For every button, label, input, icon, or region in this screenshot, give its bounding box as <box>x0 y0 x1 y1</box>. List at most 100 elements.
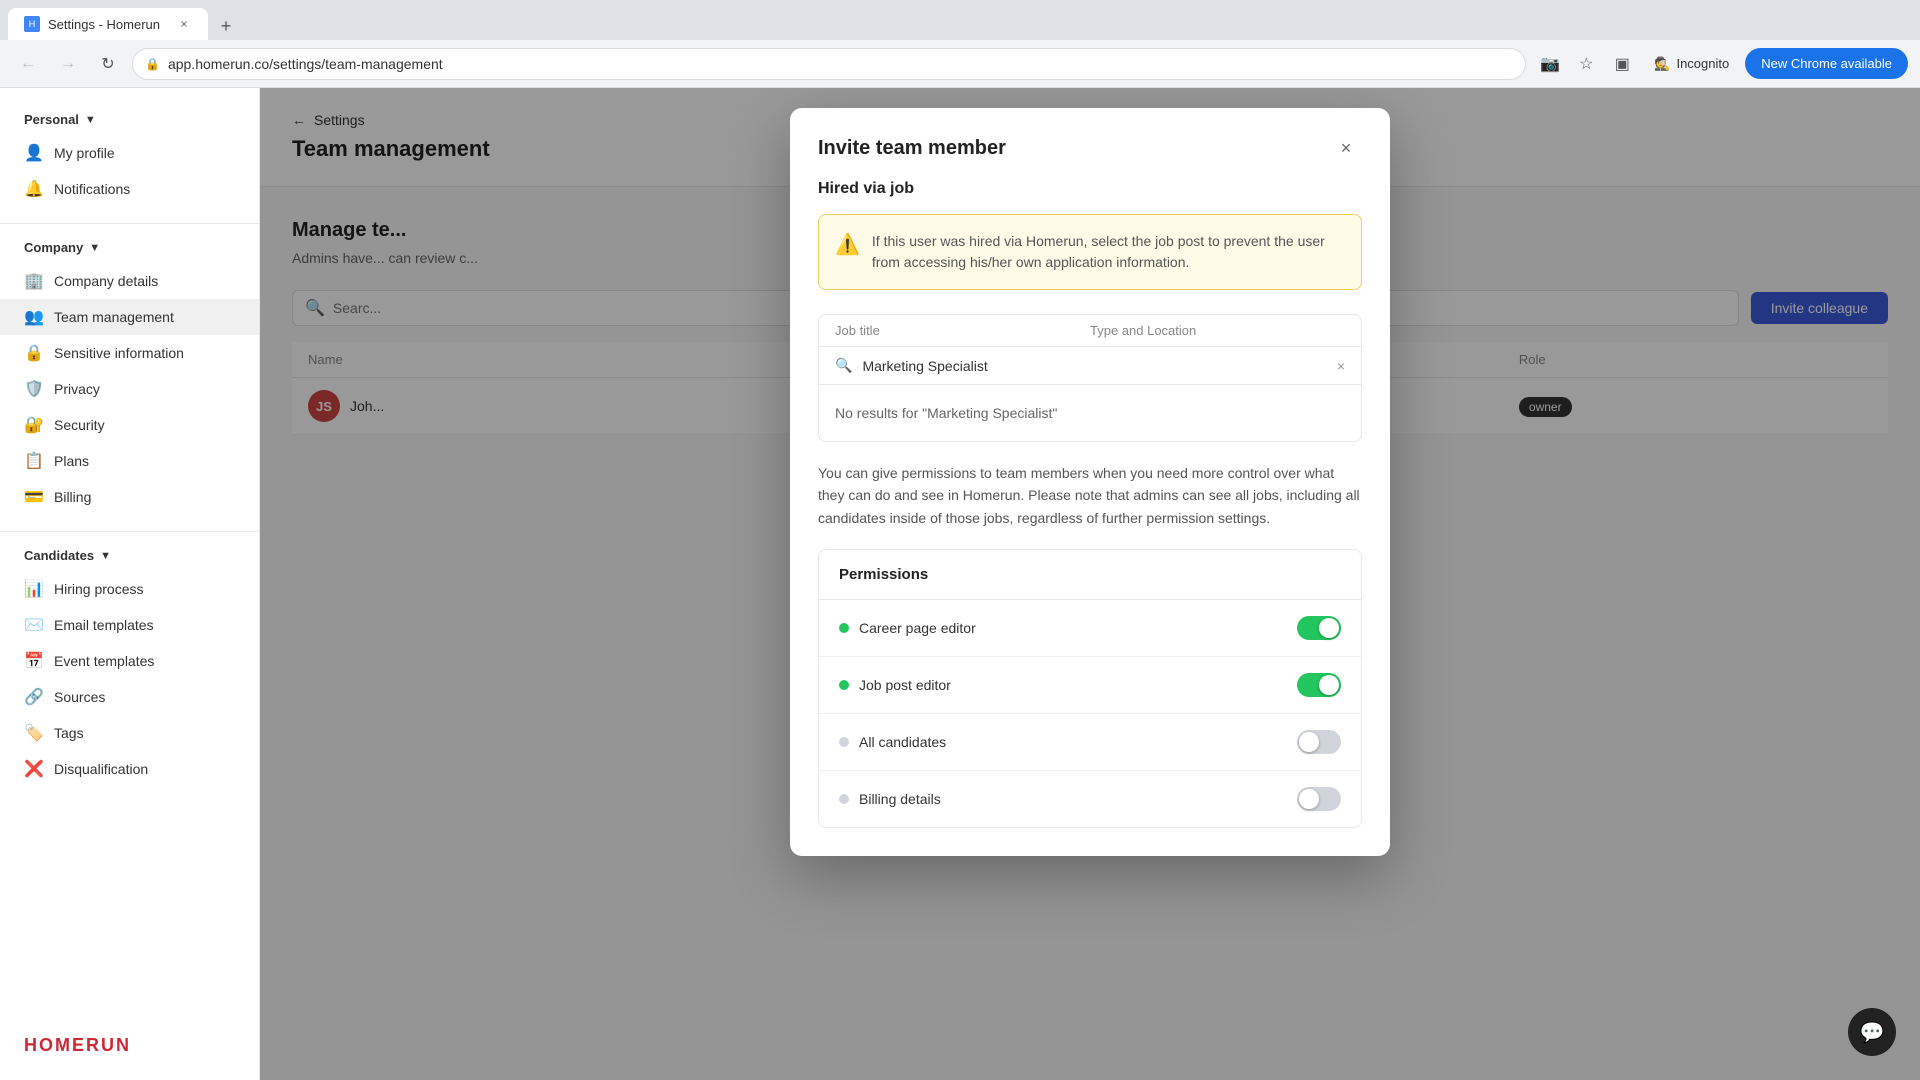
layout-icon[interactable]: ▣ <box>1606 48 1638 80</box>
address-bar[interactable]: 🔒 app.homerun.co/settings/team-managemen… <box>132 48 1526 80</box>
sidebar-item-event-templates[interactable]: 📅 Event templates <box>0 643 259 679</box>
modal-overlay[interactable]: Invite team member × Hired via job ⚠️ If… <box>260 88 1920 1080</box>
sidebar-divider-2 <box>0 531 259 532</box>
camera-icon[interactable]: 📷 <box>1534 48 1566 80</box>
sidebar-item-email-templates[interactable]: ✉️ Email templates <box>0 607 259 643</box>
sidebar-item-label: Email templates <box>54 617 154 633</box>
my-profile-icon: 👤 <box>24 143 44 163</box>
address-text: app.homerun.co/settings/team-management <box>168 56 443 72</box>
permission-label-candidates: All candidates <box>859 734 946 750</box>
sidebar-item-label: Tags <box>54 725 84 741</box>
sidebar-section-company: Company ▼ 🏢 Company details 👥 Team manag… <box>0 232 259 515</box>
sidebar-item-label: Sources <box>54 689 105 705</box>
new-tab-button[interactable]: + <box>212 12 240 40</box>
sidebar-item-billing[interactable]: 💳 Billing <box>0 479 259 515</box>
permission-dot-career <box>839 623 849 633</box>
sidebar-section-personal: Personal ▼ 👤 My profile 🔔 Notifications <box>0 104 259 207</box>
sources-icon: 🔗 <box>24 687 44 707</box>
col-type-location: Type and Location <box>1090 323 1345 338</box>
toggle-thumb <box>1319 618 1339 638</box>
browser-window: H Settings - Homerun × + ← → ↻ 🔒 app.hom… <box>0 0 1920 1080</box>
lock-icon: 🔒 <box>145 57 160 71</box>
toggle-job-post-editor[interactable] <box>1297 673 1341 697</box>
permission-dot-candidates <box>839 737 849 747</box>
privacy-icon: 🛡️ <box>24 379 44 399</box>
chat-button[interactable]: 💬 <box>1848 1008 1896 1056</box>
permission-left: Career page editor <box>839 620 976 636</box>
sensitive-info-icon: 🔒 <box>24 343 44 363</box>
disqualification-icon: ❌ <box>24 759 44 779</box>
event-templates-icon: 📅 <box>24 651 44 671</box>
no-results-text: No results for "Marketing Specialist" <box>819 385 1361 441</box>
permission-row-job-post-editor: Job post editor <box>819 657 1361 714</box>
sidebar-item-label: Sensitive information <box>54 345 184 361</box>
sidebar-item-company-details[interactable]: 🏢 Company details <box>0 263 259 299</box>
permission-left: All candidates <box>839 734 946 750</box>
permission-left: Billing details <box>839 791 941 807</box>
toggle-billing-details[interactable] <box>1297 787 1341 811</box>
chevron-down-icon: ▼ <box>89 242 100 254</box>
browser-tab[interactable]: H Settings - Homerun × <box>8 8 208 40</box>
permission-dot-billing <box>839 794 849 804</box>
permission-row-all-candidates: All candidates <box>819 714 1361 771</box>
forward-button[interactable]: → <box>52 48 84 80</box>
permission-left: Job post editor <box>839 677 951 693</box>
sidebar-item-team-management[interactable]: 👥 Team management <box>0 299 259 335</box>
personal-label: Personal <box>24 112 79 127</box>
job-search-row[interactable]: 🔍 × <box>819 347 1361 385</box>
app-content: Personal ▼ 👤 My profile 🔔 Notifications … <box>0 88 1920 1080</box>
job-table-header: Job title Type and Location <box>819 315 1361 347</box>
permission-label-job: Job post editor <box>859 677 951 693</box>
modal-body: Hired via job ⚠️ If this user was hired … <box>790 180 1390 856</box>
hired-via-job-label: Hired via job <box>818 180 1362 198</box>
warning-box: ⚠️ If this user was hired via Homerun, s… <box>818 214 1362 290</box>
permissions-section: Permissions Career page editor <box>818 549 1362 828</box>
permission-label-billing: Billing details <box>859 791 941 807</box>
permissions-title: Permissions <box>819 550 1361 600</box>
sidebar-item-privacy[interactable]: 🛡️ Privacy <box>0 371 259 407</box>
sidebar-item-disqualification[interactable]: ❌ Disqualification <box>0 751 259 787</box>
clear-search-icon[interactable]: × <box>1337 358 1345 374</box>
sidebar-item-label: Plans <box>54 453 89 469</box>
sidebar-item-label: Event templates <box>54 653 154 669</box>
tags-icon: 🏷️ <box>24 723 44 743</box>
sidebar-item-label: My profile <box>54 145 115 161</box>
warning-text: If this user was hired via Homerun, sele… <box>872 231 1345 273</box>
toggle-career-page-editor[interactable] <box>1297 616 1341 640</box>
permission-row-career-page-editor: Career page editor <box>819 600 1361 657</box>
new-chrome-button[interactable]: New Chrome available <box>1745 48 1908 79</box>
sidebar-section-candidates-header[interactable]: Candidates ▼ <box>0 540 259 571</box>
sidebar-item-sources[interactable]: 🔗 Sources <box>0 679 259 715</box>
sidebar-item-notifications[interactable]: 🔔 Notifications <box>0 171 259 207</box>
toggle-thumb <box>1299 732 1319 752</box>
sidebar-item-label: Notifications <box>54 181 130 197</box>
close-tab-button[interactable]: × <box>176 16 192 32</box>
sidebar-item-sensitive-info[interactable]: 🔒 Sensitive information <box>0 335 259 371</box>
billing-icon: 💳 <box>24 487 44 507</box>
team-management-icon: 👥 <box>24 307 44 327</box>
bookmark-icon[interactable]: ☆ <box>1570 48 1602 80</box>
reload-button[interactable]: ↻ <box>92 48 124 80</box>
incognito-button[interactable]: 🕵 Incognito <box>1642 50 1741 78</box>
modal-close-button[interactable]: × <box>1330 132 1362 164</box>
back-button[interactable]: ← <box>12 48 44 80</box>
modal-title: Invite team member <box>818 137 1006 160</box>
sidebar-item-label: Billing <box>54 489 91 505</box>
sidebar-section-company-header[interactable]: Company ▼ <box>0 232 259 263</box>
email-templates-icon: ✉️ <box>24 615 44 635</box>
search-icon-small: 🔍 <box>835 357 852 374</box>
sidebar-item-hiring-process[interactable]: 📊 Hiring process <box>0 571 259 607</box>
tab-title: Settings - Homerun <box>48 17 160 32</box>
chat-icon: 💬 <box>1860 1020 1885 1045</box>
sidebar-item-label: Team management <box>54 309 174 325</box>
sidebar-item-tags[interactable]: 🏷️ Tags <box>0 715 259 751</box>
sidebar-section-personal-header[interactable]: Personal ▼ <box>0 104 259 135</box>
sidebar-item-plans[interactable]: 📋 Plans <box>0 443 259 479</box>
sidebar-item-my-profile[interactable]: 👤 My profile <box>0 135 259 171</box>
sidebar-item-security[interactable]: 🔐 Security <box>0 407 259 443</box>
permission-info-text: You can give permissions to team members… <box>818 462 1362 529</box>
job-search-input[interactable] <box>862 358 1326 374</box>
toggle-all-candidates[interactable] <box>1297 730 1341 754</box>
toggle-thumb <box>1299 789 1319 809</box>
plans-icon: 📋 <box>24 451 44 471</box>
